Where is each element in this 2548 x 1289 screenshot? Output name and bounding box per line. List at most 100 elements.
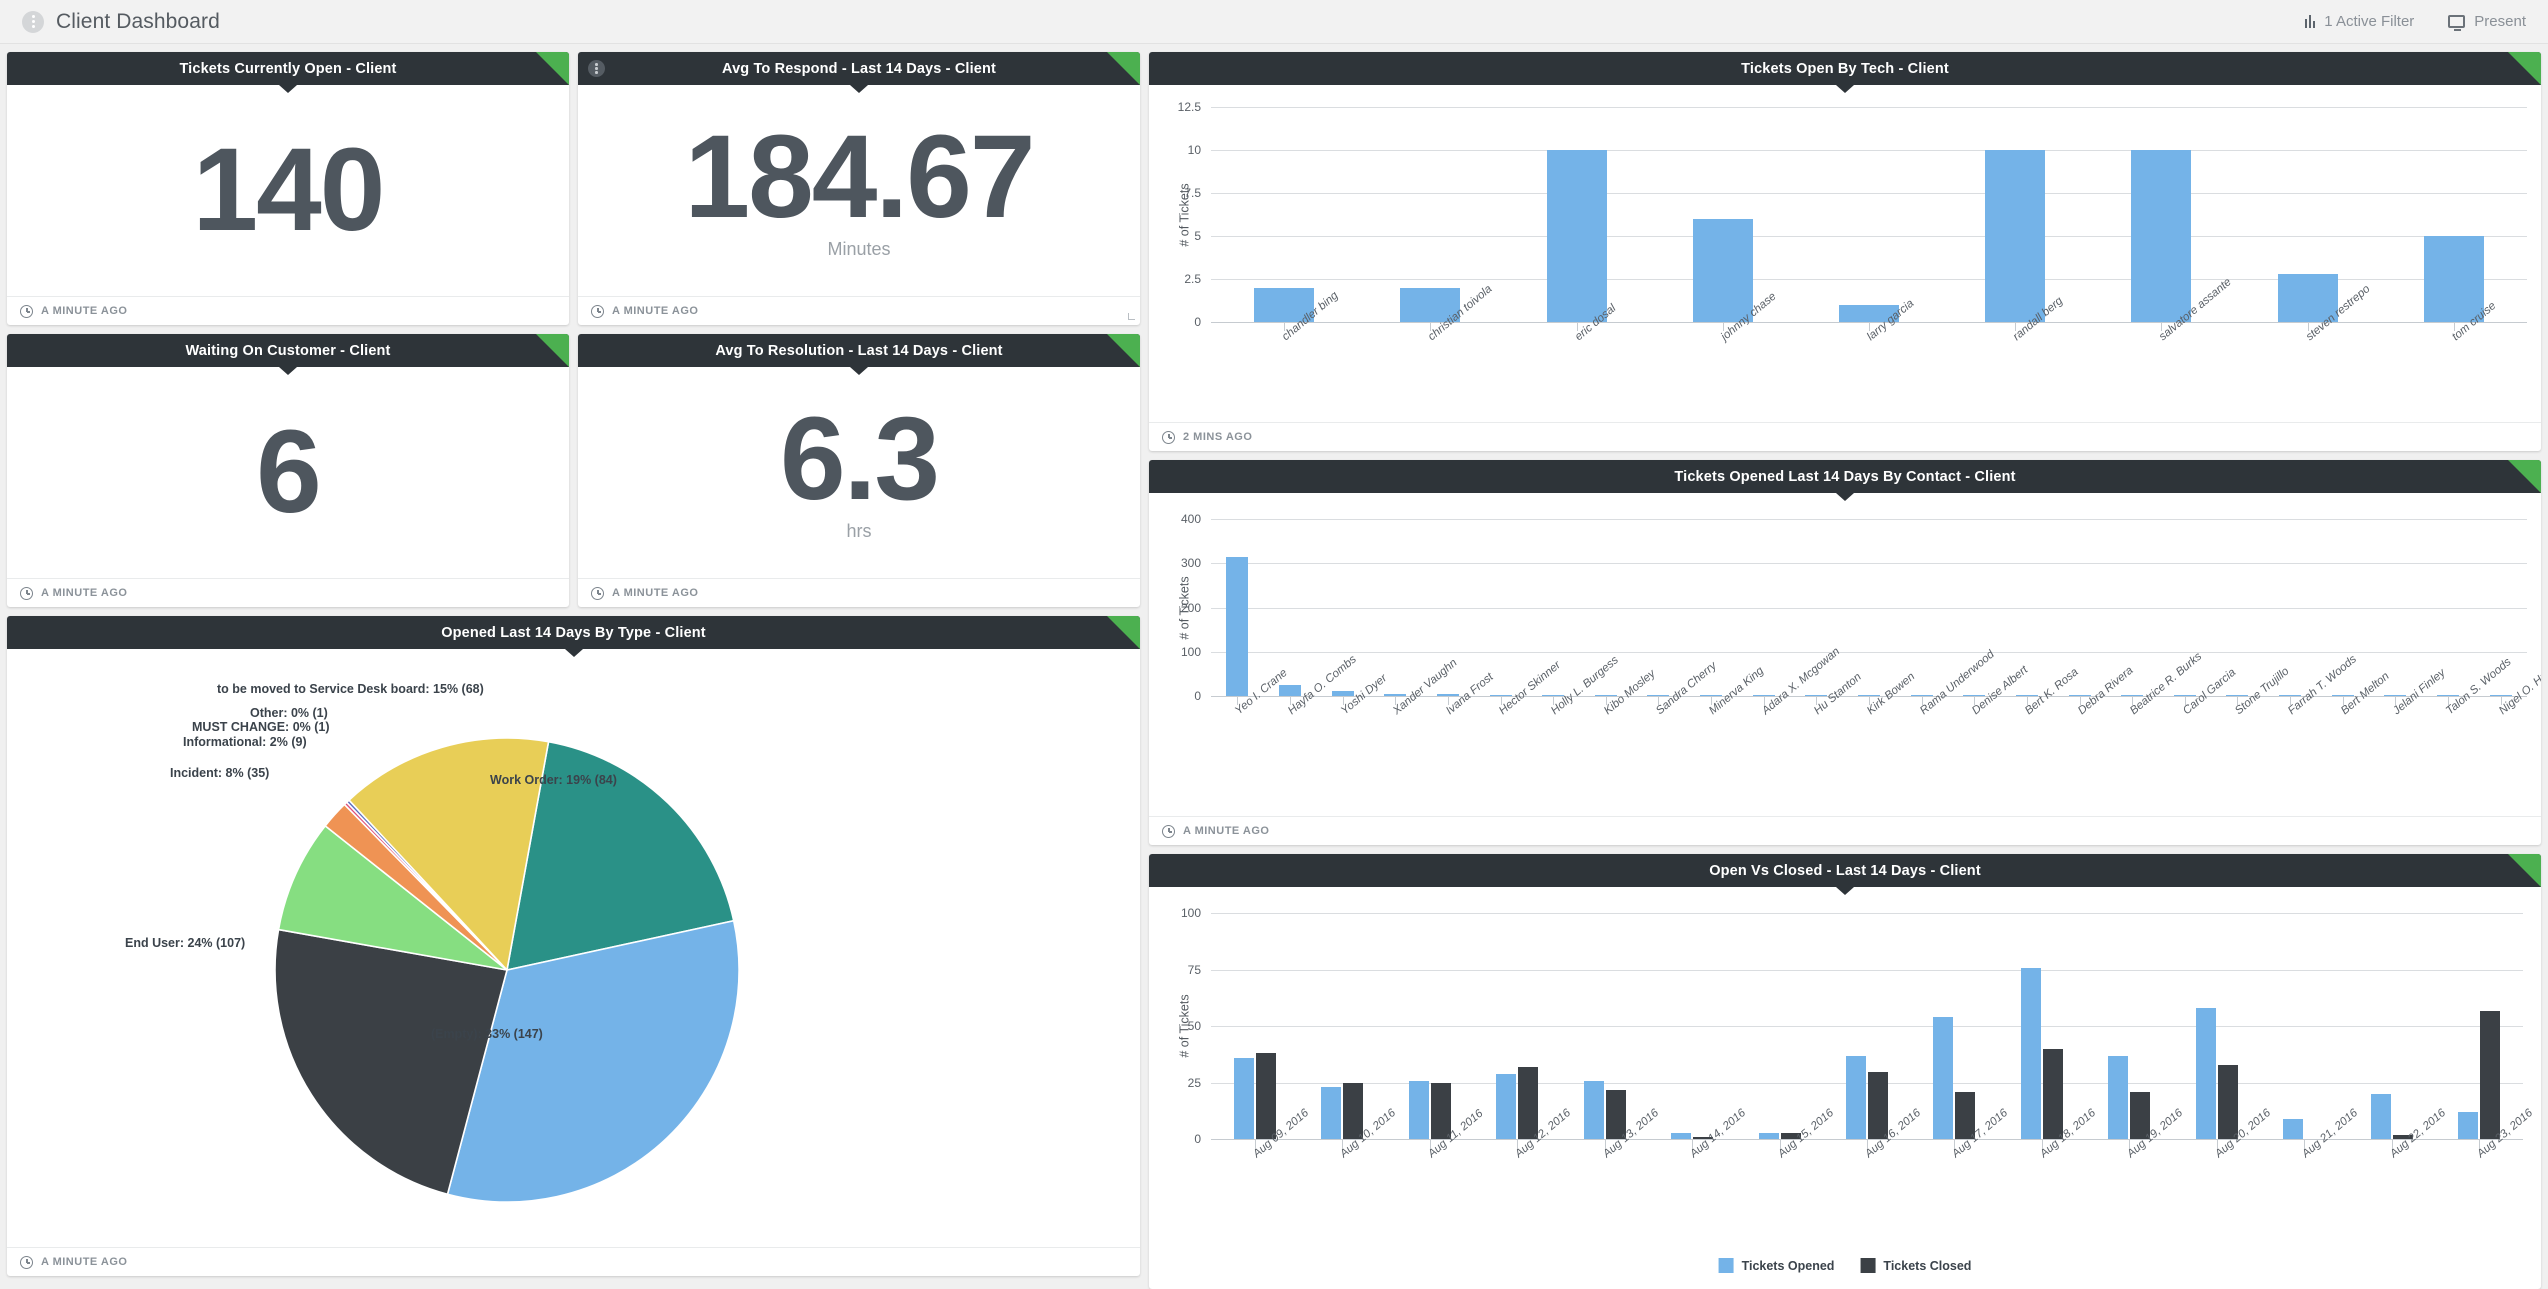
bar-chart-opened-by-contact[interactable]: # of Tickets 0 100 200 300 400 Yeo I. Crane Hay… [1149, 493, 2541, 816]
bar[interactable] [2042, 1048, 2063, 1140]
bar[interactable] [1496, 1073, 1517, 1140]
bar[interactable] [1518, 1067, 1539, 1140]
bar[interactable] [2015, 694, 2038, 697]
y-axis-tick-label: 300 [1180, 556, 1201, 571]
kebab-menu-icon[interactable] [22, 10, 44, 33]
resize-handle[interactable] [1128, 313, 1135, 320]
kpi-card-avg-respond[interactable]: Avg To Respond - Last 14 Days - Client 1… [578, 52, 1140, 325]
bar[interactable] [2423, 236, 2484, 322]
bar[interactable] [2173, 694, 2196, 697]
bar[interactable] [1226, 556, 1249, 697]
monitor-icon [2448, 15, 2466, 31]
card-body: 184.67 Minutes [578, 85, 1140, 296]
bar[interactable] [1278, 684, 1301, 697]
chart-card-opened-by-contact[interactable]: Tickets Opened Last 14 Days By Contact -… [1149, 460, 2541, 846]
bar[interactable] [1647, 694, 1670, 697]
status-corner-badge [536, 52, 569, 85]
bar[interactable] [1805, 694, 1828, 697]
bar[interactable] [1758, 1132, 1779, 1140]
status-corner-badge [2508, 854, 2541, 888]
bar[interactable] [2195, 1008, 2216, 1140]
header-notch [850, 85, 868, 93]
legend-item[interactable]: Tickets Closed [1860, 1258, 1971, 1274]
card-title: Tickets Open By Tech - Client [1741, 60, 1949, 77]
card-header: Open Vs Closed - Last 14 Days - Client [1149, 854, 2541, 888]
bar[interactable] [1583, 1080, 1604, 1140]
chart-card-opened-by-type[interactable]: Opened Last 14 Days By Type - Client to … [7, 616, 1140, 1276]
active-filter-button[interactable]: 1 Active Filter [2305, 13, 2414, 30]
bar[interactable] [1752, 694, 1775, 697]
bar[interactable] [2370, 1094, 2391, 1140]
bar[interactable] [1436, 693, 1459, 697]
bar[interactable] [1985, 150, 2046, 322]
bar[interactable] [1542, 694, 1565, 697]
bar[interactable] [1233, 1057, 1254, 1140]
bar[interactable] [2226, 694, 2249, 697]
bar[interactable] [1700, 694, 1723, 697]
bar[interactable] [1331, 690, 1354, 697]
bar[interactable] [2458, 1112, 2479, 1140]
card-title: Avg To Respond - Last 14 Days - Client [722, 60, 996, 77]
bar[interactable] [2131, 150, 2192, 322]
bar[interactable] [1408, 1080, 1429, 1140]
header-notch [564, 649, 583, 657]
pie-slice-label: MUST CHANGE: 0% (1) [192, 720, 330, 734]
bar[interactable] [2283, 1119, 2304, 1140]
x-axis-tick-label: Nigel O. Hull [2496, 666, 2541, 718]
bar[interactable] [1546, 150, 1607, 322]
bar[interactable] [2108, 1055, 2129, 1140]
bar[interactable] [2217, 1064, 2238, 1140]
bar[interactable] [2331, 694, 2354, 697]
bar[interactable] [2437, 694, 2460, 697]
card-title: Tickets Opened Last 14 Days By Contact -… [1674, 468, 2016, 485]
bar[interactable] [2480, 1010, 2501, 1140]
bar[interactable] [1671, 1132, 1692, 1140]
y-axis-tick-label: 5 [1194, 229, 1201, 243]
bar[interactable] [1321, 1087, 1342, 1140]
gridline [1211, 1026, 2523, 1028]
present-button[interactable]: Present [2448, 13, 2526, 31]
bar[interactable] [2121, 694, 2144, 697]
legend-swatch [1718, 1258, 1734, 1274]
bar[interactable] [1594, 694, 1617, 697]
bar[interactable] [1692, 218, 1753, 322]
bar[interactable] [1384, 693, 1407, 697]
card-body: 6.3 hrs [578, 367, 1140, 578]
y-axis-tick-label: 7.5 [1184, 186, 1201, 200]
bar[interactable] [1910, 694, 1933, 697]
bar[interactable] [1868, 1071, 1888, 1140]
bar[interactable] [1846, 1055, 1866, 1140]
card-title: Open Vs Closed - Last 14 Days - Client [1709, 862, 1981, 879]
bar[interactable] [1489, 694, 1512, 697]
bar-chart-tickets-by-tech[interactable]: # of Tickets 0 2.5 5 7.5 10 12.5 chandler bing c… [1149, 85, 2541, 422]
clock-icon [20, 1255, 33, 1269]
card-menu-icon[interactable] [588, 60, 605, 77]
bar[interactable] [1255, 1053, 1276, 1140]
active-filter-label: 1 Active Filter [2324, 13, 2415, 30]
top-bar-actions: 1 Active Filter Present [2305, 13, 2526, 31]
pie-slice-label: Work Order: 19% (84) [490, 773, 617, 787]
bar[interactable] [2489, 694, 2512, 697]
bar[interactable] [2020, 967, 2041, 1140]
gridline [1211, 193, 2527, 194]
bar[interactable] [2384, 694, 2407, 697]
grouped-bar-chart-open-vs-closed[interactable]: # of Tickets 0 25 50 75 100 Aug 09, 2016 Aug 10… [1149, 887, 2541, 1289]
chart-card-open-vs-closed[interactable]: Open Vs Closed - Last 14 Days - Client #… [1149, 854, 2541, 1289]
kpi-card-tickets-open[interactable]: Tickets Currently Open - Client 140 A MI… [7, 52, 569, 325]
refresh-timestamp: A MINUTE AGO [41, 1256, 128, 1268]
status-corner-badge [2508, 460, 2541, 494]
legend-item[interactable]: Tickets Opened [1718, 1258, 1834, 1274]
present-label: Present [2474, 13, 2526, 30]
bar[interactable] [1963, 694, 1986, 697]
kpi-card-avg-resolution[interactable]: Avg To Resolution - Last 14 Days - Clien… [578, 334, 1140, 607]
kpi-card-waiting-customer[interactable]: Waiting On Customer - Client 6 A MINUTE … [7, 334, 569, 607]
chart-card-tickets-by-tech[interactable]: Tickets Open By Tech - Client # of Ticke… [1149, 52, 2541, 452]
bar[interactable] [1933, 1017, 1954, 1140]
bar[interactable] [2279, 694, 2302, 697]
y-axis-tick-label: 10 [1187, 143, 1201, 157]
bar[interactable] [2068, 694, 2091, 697]
sliders-icon [2305, 15, 2316, 28]
bar[interactable] [1430, 1082, 1451, 1140]
bar[interactable] [1858, 694, 1880, 697]
pie-chart[interactable]: to be moved to Service Desk board: 15% (… [7, 649, 1140, 1247]
